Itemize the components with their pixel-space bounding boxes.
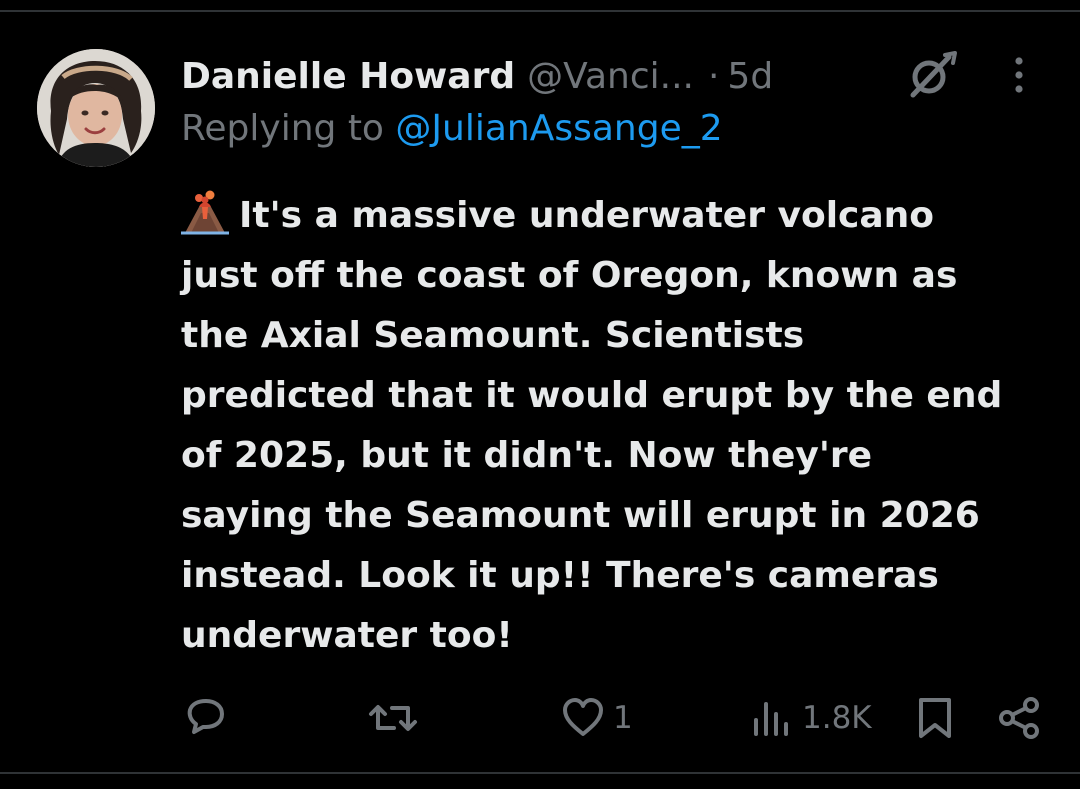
- views-button[interactable]: 1.8K: [750, 693, 872, 743]
- reply-to-handle[interactable]: @JulianAssange_2: [395, 108, 722, 149]
- top-divider: [0, 10, 1080, 12]
- reply-prefix: Replying to: [181, 108, 384, 149]
- reply-button[interactable]: [184, 693, 228, 743]
- share-icon: [999, 697, 1039, 739]
- views-icon: [754, 702, 788, 736]
- heart-icon: [563, 698, 603, 736]
- post-text-line-3: the Axial Seamount. Scientists: [181, 315, 805, 356]
- post-time[interactable]: 5d: [727, 56, 773, 97]
- volcano-emoji-icon: [181, 190, 229, 235]
- post-text-line-6: saying the Seamount will erupt in 2026: [181, 495, 980, 536]
- repost-icon: [369, 705, 417, 731]
- post-text-line-4: predicted that it would erupt by the end: [181, 375, 1003, 416]
- post-text-line: It's a massive underwater volcano: [181, 186, 1061, 246]
- avatar[interactable]: [37, 49, 155, 167]
- post-text-line-1: It's a massive underwater volcano: [239, 195, 935, 236]
- like-count: 1: [613, 700, 633, 736]
- author-display-name[interactable]: Danielle Howard: [181, 56, 515, 97]
- post-text-line-5: of 2025, but it didn't. Now they're: [181, 435, 873, 476]
- reply-icon: [187, 699, 224, 734]
- views-count: 1.8K: [802, 700, 872, 736]
- post-header: Danielle Howard @Vanci... · 5d: [181, 48, 773, 104]
- avatar-photo: [37, 49, 155, 167]
- more-icon[interactable]: [1004, 54, 1034, 98]
- post-text-line-7: instead. Look it up!! There's cameras: [181, 555, 939, 596]
- post-text: It's a massive underwater volcano just o…: [181, 186, 1061, 666]
- header-separator: ·: [707, 55, 720, 97]
- bottom-divider: [0, 772, 1080, 774]
- like-button[interactable]: 1: [561, 693, 633, 743]
- repost-button[interactable]: [368, 693, 418, 743]
- reply-context: Replying to @JulianAssange_2: [181, 108, 723, 149]
- post-text-line-8: underwater too!: [181, 615, 513, 656]
- share-button[interactable]: [997, 693, 1041, 743]
- grok-icon[interactable]: [905, 49, 957, 101]
- author-handle[interactable]: @Vanci...: [527, 56, 694, 97]
- post-text-line-2: just off the coast of Oregon, known as: [181, 255, 958, 296]
- bookmark-button[interactable]: [915, 693, 955, 743]
- bookmark-icon: [919, 698, 951, 738]
